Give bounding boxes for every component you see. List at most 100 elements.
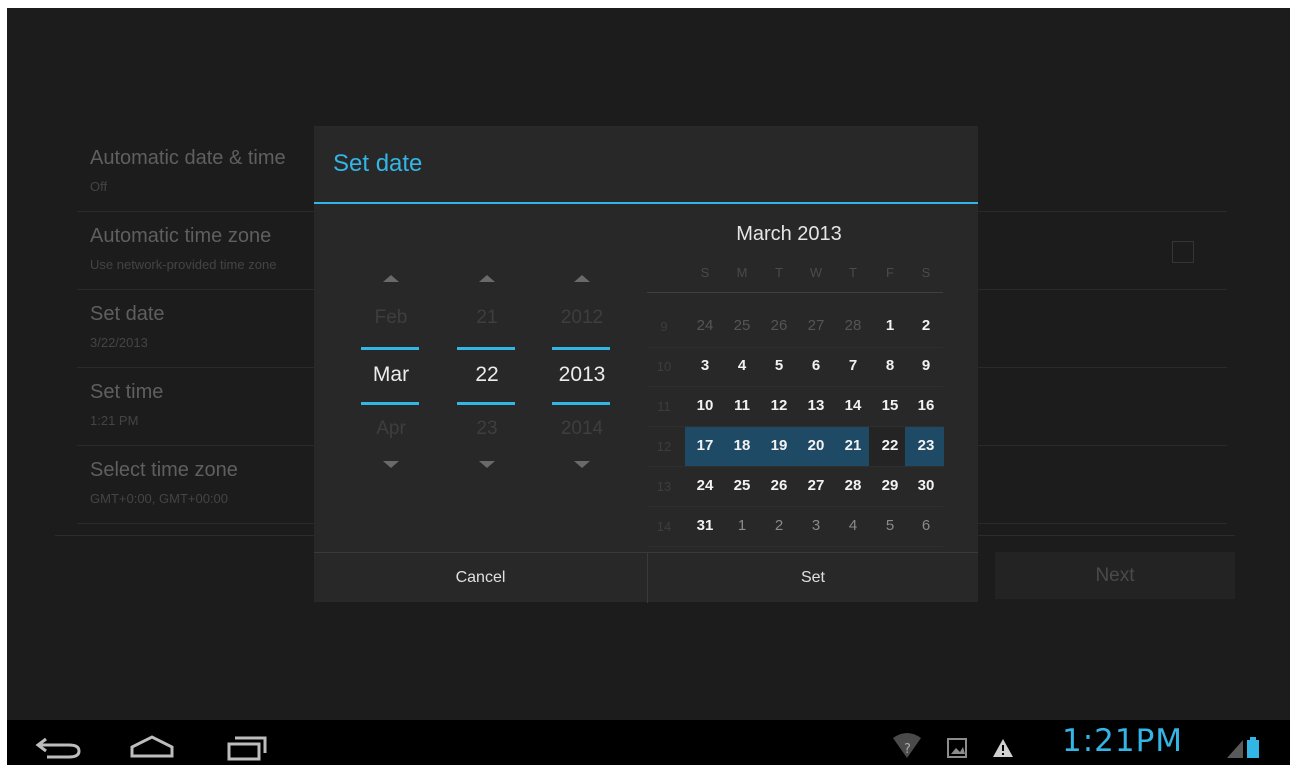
year-increment-arrow-icon[interactable]	[574, 275, 590, 282]
week-number: 12	[656, 439, 672, 454]
calendar-day[interactable]: 8	[872, 347, 908, 385]
year-current-value[interactable]: 2013	[542, 363, 622, 387]
home-icon[interactable]	[130, 735, 174, 758]
next-button[interactable]: Next	[995, 552, 1235, 599]
signal-icon	[1227, 740, 1243, 758]
back-icon[interactable]	[35, 737, 81, 759]
calendar-day[interactable]: 17	[687, 427, 723, 465]
month-next-value[interactable]: Apr	[351, 418, 431, 440]
month-increment-arrow-icon[interactable]	[383, 275, 399, 282]
year-next-value[interactable]: 2014	[542, 418, 622, 440]
calendar-day[interactable]: 26	[761, 307, 797, 345]
year-selection-line-top	[552, 347, 610, 350]
calendar-day[interactable]: 14	[835, 387, 871, 425]
calendar-day[interactable]: 11	[724, 387, 760, 425]
day-spinner[interactable]: 21 22 23	[457, 271, 517, 471]
weekday-label: M	[736, 265, 748, 280]
calendar-day[interactable]: 23	[908, 427, 944, 465]
week-number: 9	[660, 319, 668, 334]
day-decrement-arrow-icon[interactable]	[479, 461, 495, 468]
year-selection-line-bottom	[552, 402, 610, 405]
week-number: 14	[656, 519, 672, 534]
calendar-day[interactable]: 19	[761, 427, 797, 465]
calendar-day[interactable]: 26	[761, 467, 797, 505]
year-spinner[interactable]: 2012 2013 2014	[552, 271, 612, 471]
calendar-day[interactable]: 24	[687, 467, 723, 505]
screen: Automatic date & time Off Automatic time…	[7, 8, 1290, 765]
calendar-day[interactable]: 6	[908, 507, 944, 545]
setting-title: Automatic time zone	[90, 225, 272, 247]
month-spinner[interactable]: Feb Mar Apr	[361, 271, 421, 471]
day-next-value[interactable]: 23	[447, 418, 527, 440]
calendar-day[interactable]: 30	[908, 467, 944, 505]
day-current-value[interactable]: 22	[447, 363, 527, 387]
calendar-day[interactable]: 12	[761, 387, 797, 425]
dialog-title: Set date	[333, 150, 423, 177]
setting-title: Automatic date & time	[90, 147, 286, 169]
recent-apps-icon[interactable]	[227, 736, 267, 761]
calendar-row-divider	[647, 546, 943, 547]
calendar-day[interactable]: 24	[687, 307, 723, 345]
set-date-dialog: Set date Feb Mar Apr 21 22 23 2012 2013 …	[314, 126, 978, 603]
month-prev-value[interactable]: Feb	[351, 307, 431, 329]
calendar-day[interactable]: 28	[835, 307, 871, 345]
cancel-button[interactable]: Cancel	[314, 553, 647, 603]
system-navigation-bar: ? 1:21PM	[7, 720, 1290, 765]
dialog-button-bar: Cancel Set	[314, 552, 978, 603]
calendar-day[interactable]: 27	[798, 467, 834, 505]
calendar-day[interactable]: 5	[761, 347, 797, 385]
calendar-header-divider	[647, 292, 943, 293]
month-selection-line-top	[361, 347, 419, 350]
calendar-day[interactable]: 5	[872, 507, 908, 545]
calendar-day[interactable]: 3	[687, 347, 723, 385]
calendar-day[interactable]: 16	[908, 387, 944, 425]
svg-text:?: ?	[904, 742, 911, 757]
screenshot-notification-icon	[947, 738, 967, 758]
year-decrement-arrow-icon[interactable]	[574, 461, 590, 468]
setting-subtitle: Off	[90, 179, 108, 194]
calendar-day[interactable]: 4	[724, 347, 760, 385]
calendar-day[interactable]: 3	[798, 507, 834, 545]
calendar-day[interactable]: 7	[835, 347, 871, 385]
calendar-day[interactable]: 21	[835, 427, 871, 465]
battery-icon	[1247, 737, 1259, 758]
calendar-day-selected[interactable]: 22	[872, 427, 908, 465]
calendar-day[interactable]: 31	[687, 507, 723, 545]
month-current-value[interactable]: Mar	[351, 363, 431, 387]
calendar-day[interactable]: 13	[798, 387, 834, 425]
warning-icon	[993, 739, 1013, 757]
calendar-day[interactable]: 6	[798, 347, 834, 385]
weekday-label: S	[700, 265, 710, 280]
calendar-day[interactable]: 29	[872, 467, 908, 505]
week-number: 10	[656, 359, 672, 374]
wifi-icon: ?	[893, 733, 921, 758]
calendar-day[interactable]: 18	[724, 427, 760, 465]
setting-title: Set date	[90, 303, 165, 325]
day-selection-line-top	[457, 347, 515, 350]
calendar-day[interactable]: 27	[798, 307, 834, 345]
calendar-day[interactable]: 1	[872, 307, 908, 345]
calendar-day[interactable]: 25	[724, 307, 760, 345]
day-prev-value[interactable]: 21	[447, 307, 527, 329]
calendar-day[interactable]: 28	[835, 467, 871, 505]
dialog-title-divider	[314, 202, 978, 204]
calendar-day[interactable]: 9	[908, 347, 944, 385]
calendar-day[interactable]: 2	[908, 307, 944, 345]
calendar-day[interactable]: 25	[724, 467, 760, 505]
weekday-label: F	[886, 265, 894, 280]
calendar-day[interactable]: 10	[687, 387, 723, 425]
day-increment-arrow-icon[interactable]	[479, 275, 495, 282]
automatic-time-zone-checkbox[interactable]	[1172, 241, 1194, 263]
set-button[interactable]: Set	[648, 553, 978, 603]
month-decrement-arrow-icon[interactable]	[383, 461, 399, 468]
weekday-label: T	[849, 265, 857, 280]
calendar-day[interactable]: 15	[872, 387, 908, 425]
calendar-month-title: March 2013	[736, 223, 842, 245]
calendar-day[interactable]: 20	[798, 427, 834, 465]
month-selection-line-bottom	[361, 402, 419, 405]
day-selection-line-bottom	[457, 402, 515, 405]
calendar-day[interactable]: 4	[835, 507, 871, 545]
year-prev-value[interactable]: 2012	[542, 307, 622, 329]
calendar-day[interactable]: 2	[761, 507, 797, 545]
calendar-day[interactable]: 1	[724, 507, 760, 545]
